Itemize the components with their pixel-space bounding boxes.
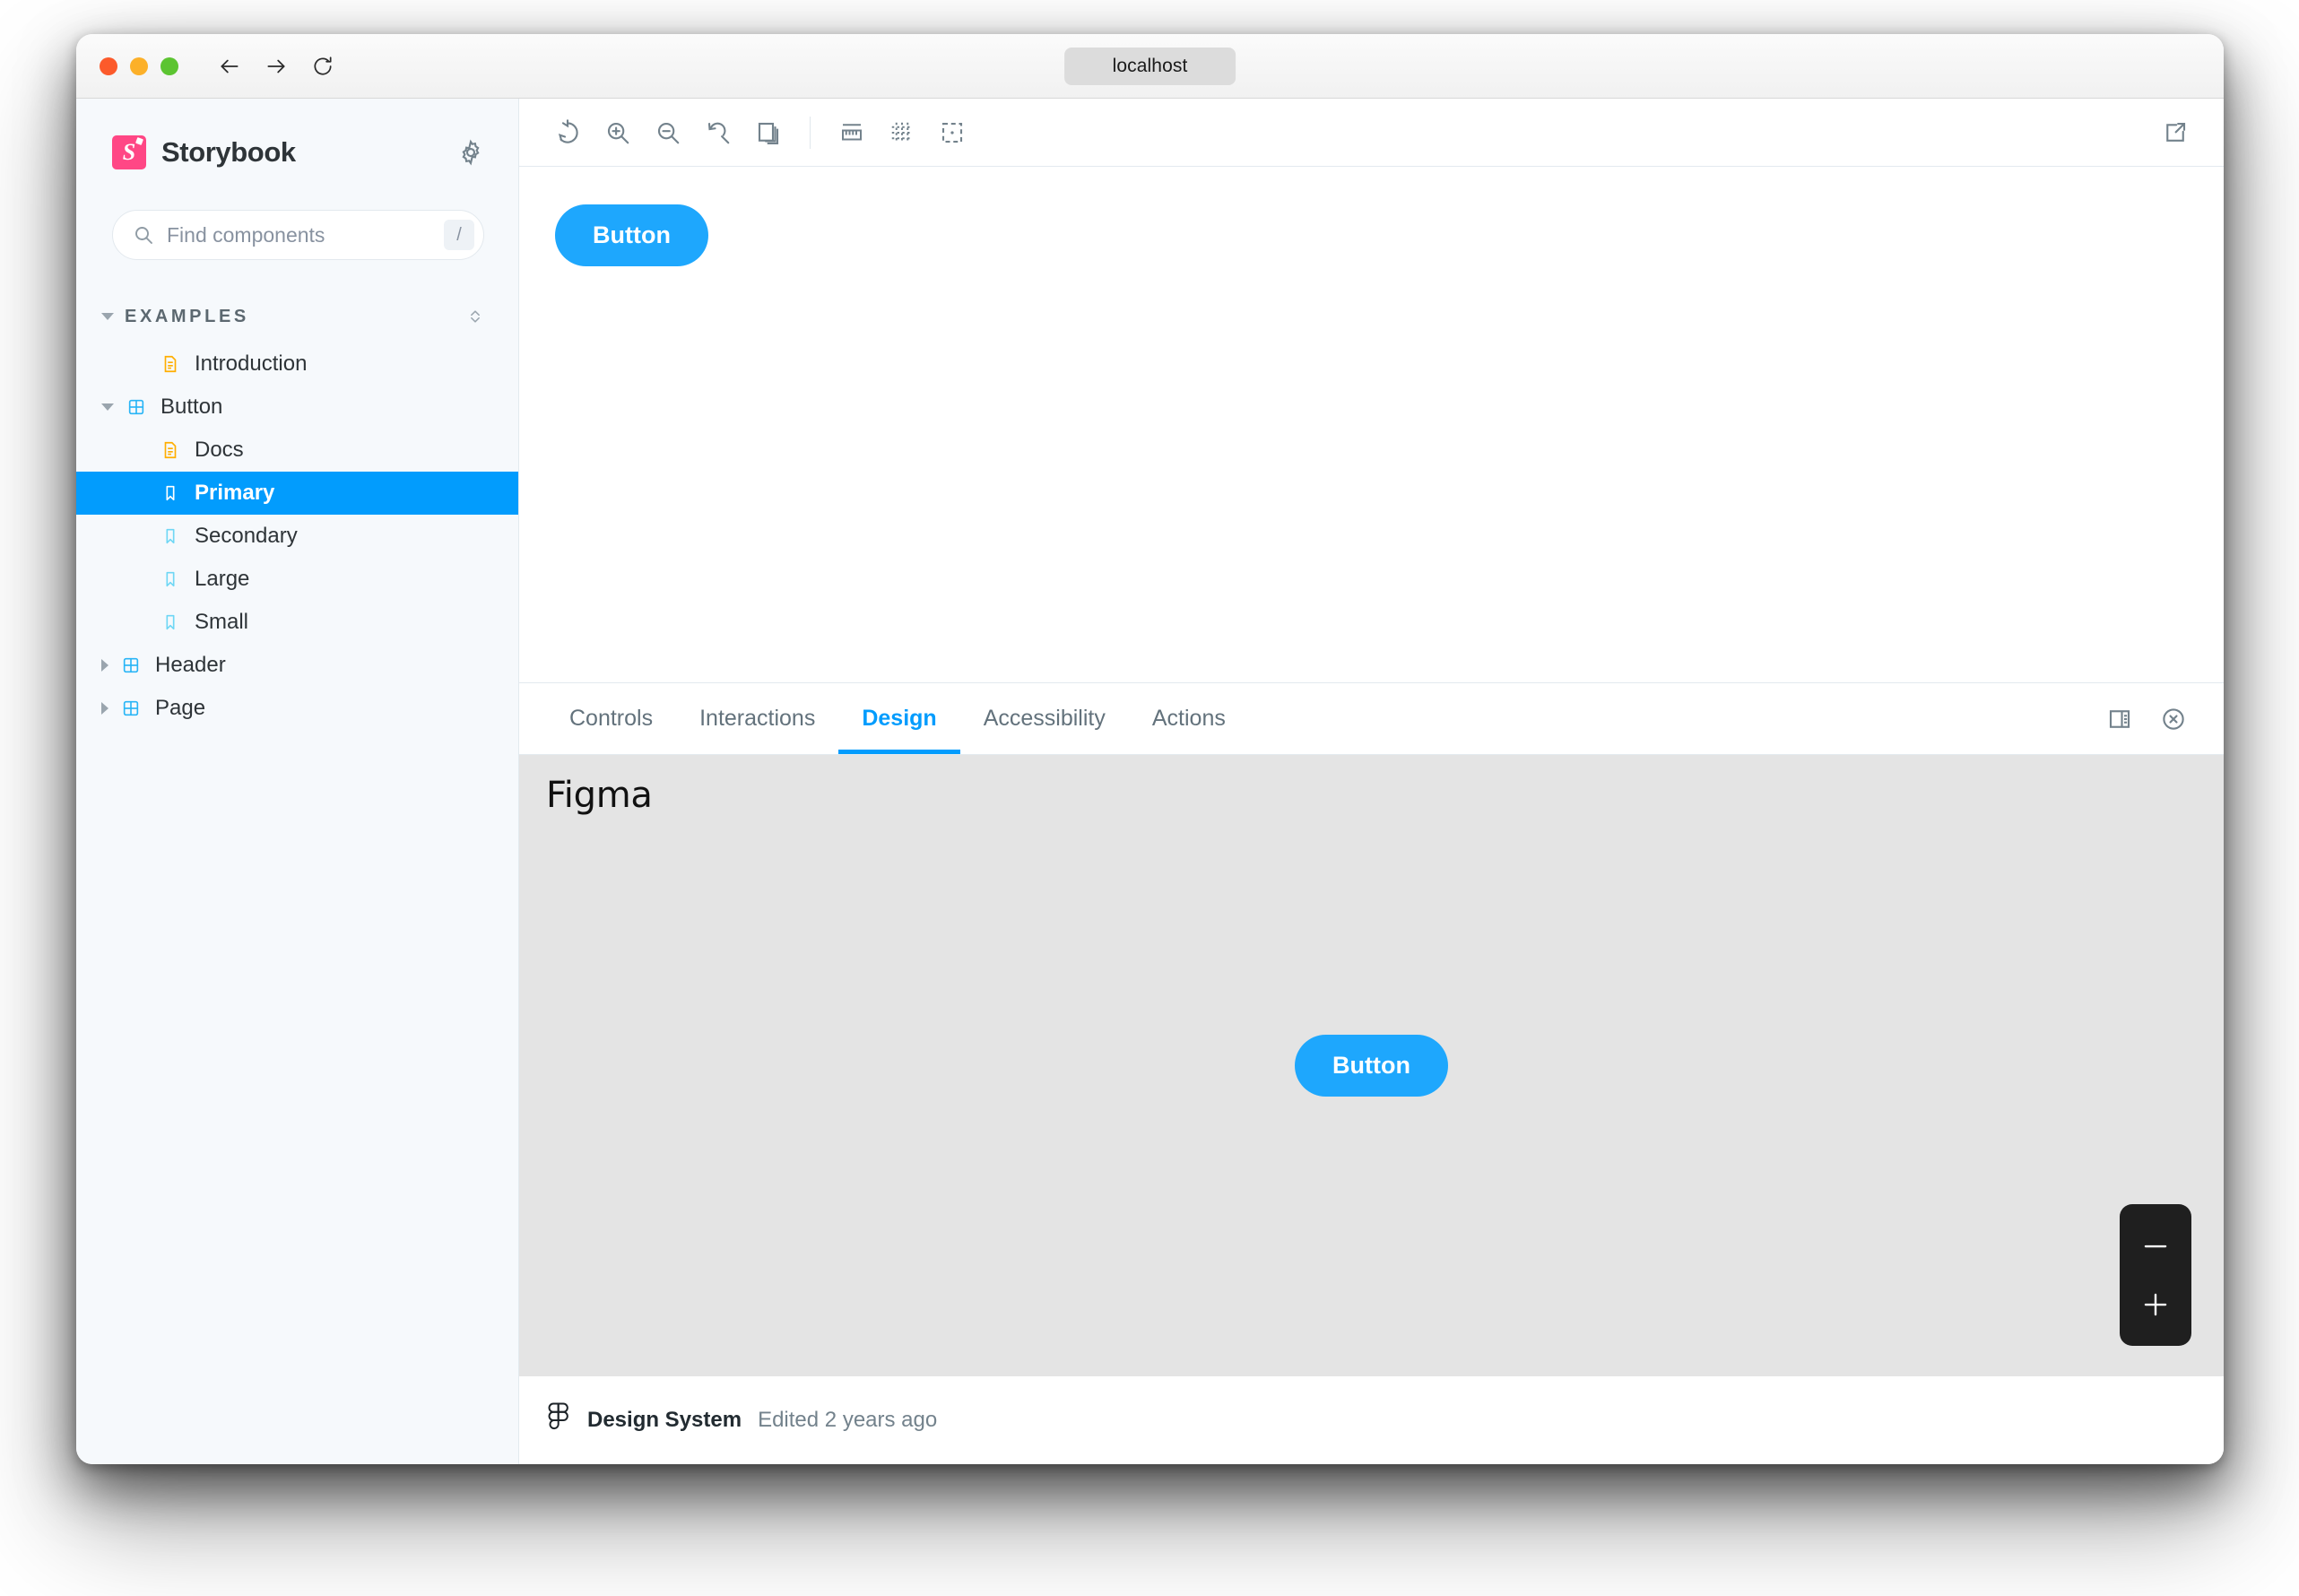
main-area: Button Controls Interactions Design Acce… — [519, 99, 2224, 1464]
sidebar-item-label: Header — [155, 653, 226, 678]
tab-controls[interactable]: Controls — [546, 683, 676, 754]
window-minimize-button[interactable] — [130, 57, 148, 75]
sidebar-item-large[interactable]: Large — [76, 558, 518, 601]
sidebar-item-secondary[interactable]: Secondary — [76, 515, 518, 558]
search-box[interactable]: / — [112, 210, 484, 260]
back-arrow-icon[interactable] — [218, 55, 241, 78]
figma-button-frame[interactable]: Button — [1295, 1035, 1448, 1097]
chevron-right-icon[interactable] — [101, 659, 108, 672]
sidebar-item-label: Secondary — [195, 524, 298, 549]
close-panel-icon[interactable] — [2147, 683, 2200, 754]
figma-canvas[interactable]: Button — [519, 755, 2224, 1376]
storybook-logo-letter: S — [123, 141, 135, 164]
figma-file-name: Design System — [587, 1408, 742, 1433]
addon-tabs: Controls Interactions Design Accessibili… — [519, 683, 2224, 755]
sidebar-brand[interactable]: S Storybook — [76, 129, 518, 176]
document-icon — [159, 438, 182, 462]
storybook-body: S Storybook / EXAMPLES — [76, 99, 2224, 1464]
sidebar-item-small[interactable]: Small — [76, 601, 518, 644]
sidebar-item-button[interactable]: Button — [76, 386, 518, 429]
zoom-in-icon[interactable] — [593, 108, 643, 158]
figma-zoom-controls — [2120, 1204, 2191, 1346]
chevron-down-icon[interactable] — [101, 403, 114, 411]
open-in-new-tab-icon[interactable] — [2150, 108, 2200, 158]
sidebar-item-docs[interactable]: Docs — [76, 429, 518, 472]
search-icon — [133, 224, 154, 246]
forward-arrow-icon[interactable] — [265, 55, 288, 78]
storybook-logo-icon: S — [112, 135, 146, 169]
sidebar-item-label: Introduction — [195, 351, 307, 377]
sidebar-item-label: Large — [195, 567, 249, 592]
preview-button[interactable]: Button — [555, 204, 708, 266]
sidebar-item-label: Button — [160, 395, 222, 420]
sidebar-item-page[interactable]: Page — [76, 687, 518, 730]
tabs-spacer — [1249, 683, 2093, 754]
figma-edited-time: Edited 2 years ago — [758, 1408, 937, 1433]
sidebar-section-header[interactable]: EXAMPLES — [76, 298, 518, 335]
chevron-down-icon[interactable] — [101, 313, 114, 320]
url-bar[interactable]: localhost — [1064, 48, 1236, 85]
reload-icon[interactable] — [311, 55, 334, 78]
outline-icon[interactable] — [927, 108, 977, 158]
component-icon — [119, 654, 143, 677]
sidebar-item-label: Small — [195, 610, 248, 635]
sidebar-item-introduction[interactable]: Introduction — [76, 343, 518, 386]
component-icon — [125, 395, 148, 419]
sidebar: S Storybook / EXAMPLES — [76, 99, 519, 1464]
sidebar-item-label: Page — [155, 696, 205, 721]
figma-embed: Figma Button — [519, 755, 2224, 1376]
sort-icon[interactable] — [466, 307, 484, 326]
background-icon[interactable] — [743, 108, 794, 158]
remount-icon[interactable] — [542, 108, 593, 158]
panel-layout-toggle-icon[interactable] — [2093, 683, 2147, 754]
browser-window: localhost S Storybook — [76, 34, 2224, 1464]
browser-nav-buttons — [218, 55, 334, 78]
zoom-in-icon[interactable] — [2132, 1281, 2179, 1328]
sidebar-item-header[interactable]: Header — [76, 644, 518, 687]
tab-interactions[interactable]: Interactions — [676, 683, 838, 754]
brand-title: Storybook — [161, 136, 296, 169]
search-shortcut-key: / — [444, 220, 474, 250]
measure-icon[interactable] — [827, 108, 877, 158]
tab-design[interactable]: Design — [838, 683, 959, 754]
sidebar-section-label: EXAMPLES — [125, 307, 249, 327]
gear-icon[interactable] — [457, 139, 484, 166]
sidebar-item-label: Docs — [195, 438, 244, 463]
addon-panel: Controls Interactions Design Accessibili… — [519, 682, 2224, 1464]
story-icon — [159, 611, 182, 634]
story-icon — [159, 568, 182, 591]
component-icon — [119, 697, 143, 720]
story-preview: Button — [519, 167, 2224, 682]
search-input[interactable] — [167, 223, 444, 247]
window-zoom-button[interactable] — [160, 57, 178, 75]
traffic-lights — [100, 57, 178, 75]
chevron-right-icon[interactable] — [101, 702, 108, 715]
zoom-out-icon[interactable] — [643, 108, 693, 158]
story-icon — [159, 525, 182, 548]
story-icon — [159, 481, 182, 505]
screenshot-root: localhost S Storybook — [0, 0, 2299, 1596]
tab-actions[interactable]: Actions — [1129, 683, 1249, 754]
window-close-button[interactable] — [100, 57, 117, 75]
tab-accessibility[interactable]: Accessibility — [960, 683, 1129, 754]
sidebar-item-label: Primary — [195, 481, 274, 506]
figma-logo-icon — [546, 1402, 571, 1438]
document-icon — [159, 352, 182, 376]
browser-chrome: localhost — [76, 34, 2224, 99]
zoom-reset-icon[interactable] — [693, 108, 743, 158]
sidebar-tree: Introduction Button — [76, 343, 518, 730]
figma-footer: Design System Edited 2 years ago — [519, 1376, 2224, 1464]
sidebar-item-primary[interactable]: Primary — [76, 472, 518, 515]
grid-icon[interactable] — [877, 108, 927, 158]
zoom-out-icon[interactable] — [2132, 1223, 2179, 1270]
canvas-toolbar — [519, 99, 2224, 167]
toolbar-divider — [810, 117, 811, 149]
